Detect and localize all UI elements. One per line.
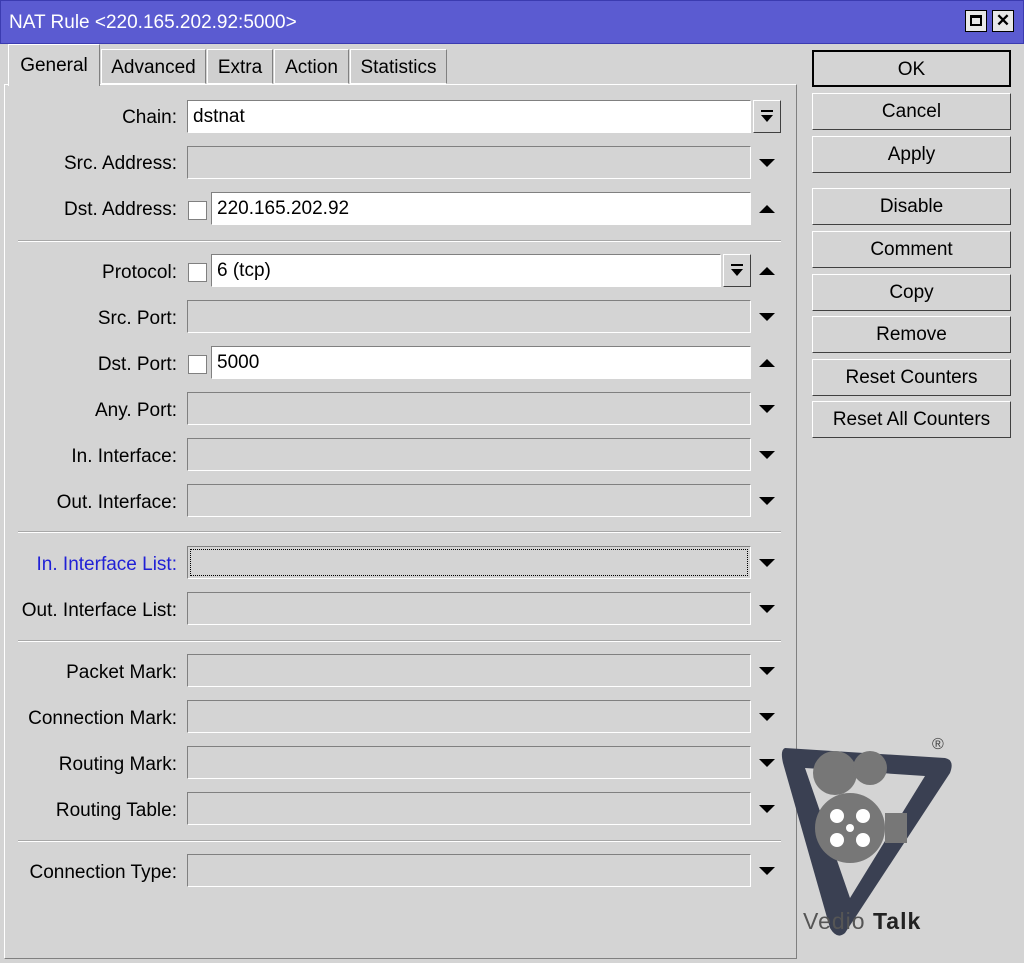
packet-mark-field[interactable] [187, 654, 751, 687]
collapse-up-icon[interactable] [759, 359, 775, 367]
expand-down-icon[interactable] [759, 605, 775, 613]
protocol-field[interactable]: 6 (tcp) [211, 254, 721, 287]
any-port-label: Any. Port: [94, 400, 177, 421]
out-interface-field[interactable] [187, 484, 751, 517]
dst-port-field[interactable]: 5000 [211, 346, 751, 379]
watermark-logo-icon [781, 748, 952, 936]
expand-down-icon[interactable] [759, 559, 775, 567]
remove-button[interactable]: Remove [812, 316, 1011, 353]
expand-down-icon[interactable] [759, 759, 775, 767]
routing-mark-field[interactable] [187, 746, 751, 779]
title-bar: NAT Rule <220.165.202.92:5000> ✕ [0, 0, 1024, 44]
expand-down-icon[interactable] [759, 405, 775, 413]
collapse-up-icon[interactable] [759, 267, 775, 275]
dst-address-field[interactable]: 220.165.202.92 [211, 192, 751, 225]
in-interface-list-label: In. Interface List: [36, 554, 177, 575]
src-port-field[interactable] [187, 300, 751, 333]
watermark-brand-part1: Vedio [803, 908, 866, 934]
apply-button[interactable]: Apply [812, 136, 1011, 173]
routing-table-label: Routing Table: [55, 800, 177, 821]
ok-button[interactable]: OK [812, 50, 1011, 87]
watermark-brand-part2: Talk [872, 908, 922, 934]
collapse-up-icon[interactable] [759, 205, 775, 213]
src-address-label: Src. Address: [64, 153, 177, 174]
expand-down-icon[interactable] [759, 713, 775, 721]
src-address-field[interactable] [187, 146, 751, 179]
reset-all-counters-button[interactable]: Reset All Counters [812, 401, 1011, 438]
chain-dropdown-icon[interactable] [753, 100, 781, 133]
connection-mark-field[interactable] [187, 700, 751, 733]
separator [18, 531, 781, 533]
protocol-negate-checkbox[interactable] [188, 263, 207, 282]
tab-general[interactable]: General [8, 44, 100, 86]
dst-port-negate-checkbox[interactable] [188, 355, 207, 374]
dst-port-label: Dst. Port: [97, 354, 177, 375]
connection-type-field[interactable] [187, 854, 751, 887]
expand-down-icon[interactable] [759, 867, 775, 875]
out-interface-list-field[interactable] [187, 592, 751, 625]
expand-down-icon[interactable] [759, 497, 775, 505]
any-port-field[interactable] [187, 392, 751, 425]
expand-down-icon[interactable] [759, 451, 775, 459]
out-interface-list-label: Out. Interface List: [21, 600, 177, 621]
copy-button[interactable]: Copy [812, 274, 1011, 311]
chain-label: Chain: [122, 107, 177, 128]
in-interface-label: In. Interface: [71, 446, 177, 467]
out-interface-label: Out. Interface: [56, 492, 177, 513]
connection-type-label: Connection Type: [29, 862, 177, 883]
separator [18, 240, 781, 242]
src-port-label: Src. Port: [97, 308, 177, 329]
maximize-icon[interactable] [965, 10, 987, 32]
expand-down-icon[interactable] [759, 159, 775, 167]
separator [18, 840, 781, 842]
protocol-label: Protocol: [102, 262, 177, 283]
close-icon[interactable]: ✕ [992, 10, 1014, 32]
reset-counters-button[interactable]: Reset Counters [812, 359, 1011, 396]
separator [18, 640, 781, 642]
in-interface-list-field[interactable] [187, 546, 751, 579]
expand-down-icon[interactable] [759, 313, 775, 321]
cancel-button[interactable]: Cancel [812, 93, 1011, 130]
comment-button[interactable]: Comment [812, 231, 1011, 268]
disable-button[interactable]: Disable [812, 188, 1011, 225]
chain-field[interactable]: dstnat [187, 100, 751, 133]
registered-mark: ® [932, 736, 944, 753]
window-title: NAT Rule <220.165.202.92:5000> [9, 12, 297, 33]
in-interface-field[interactable] [187, 438, 751, 471]
expand-down-icon[interactable] [759, 805, 775, 813]
routing-mark-label: Routing Mark: [58, 754, 177, 775]
tab-extra[interactable]: Extra [207, 49, 273, 84]
protocol-dropdown-icon[interactable] [723, 254, 751, 287]
expand-down-icon[interactable] [759, 667, 775, 675]
dst-address-negate-checkbox[interactable] [188, 201, 207, 220]
routing-table-field[interactable] [187, 792, 751, 825]
tab-advanced[interactable]: Advanced [101, 49, 206, 84]
tab-action[interactable]: Action [274, 49, 349, 84]
dst-address-label: Dst. Address: [64, 199, 177, 220]
packet-mark-label: Packet Mark: [66, 662, 177, 683]
watermark-text: Vedio Talk [803, 908, 921, 935]
tab-statistics[interactable]: Statistics [350, 49, 447, 84]
connection-mark-label: Connection Mark: [28, 708, 177, 729]
